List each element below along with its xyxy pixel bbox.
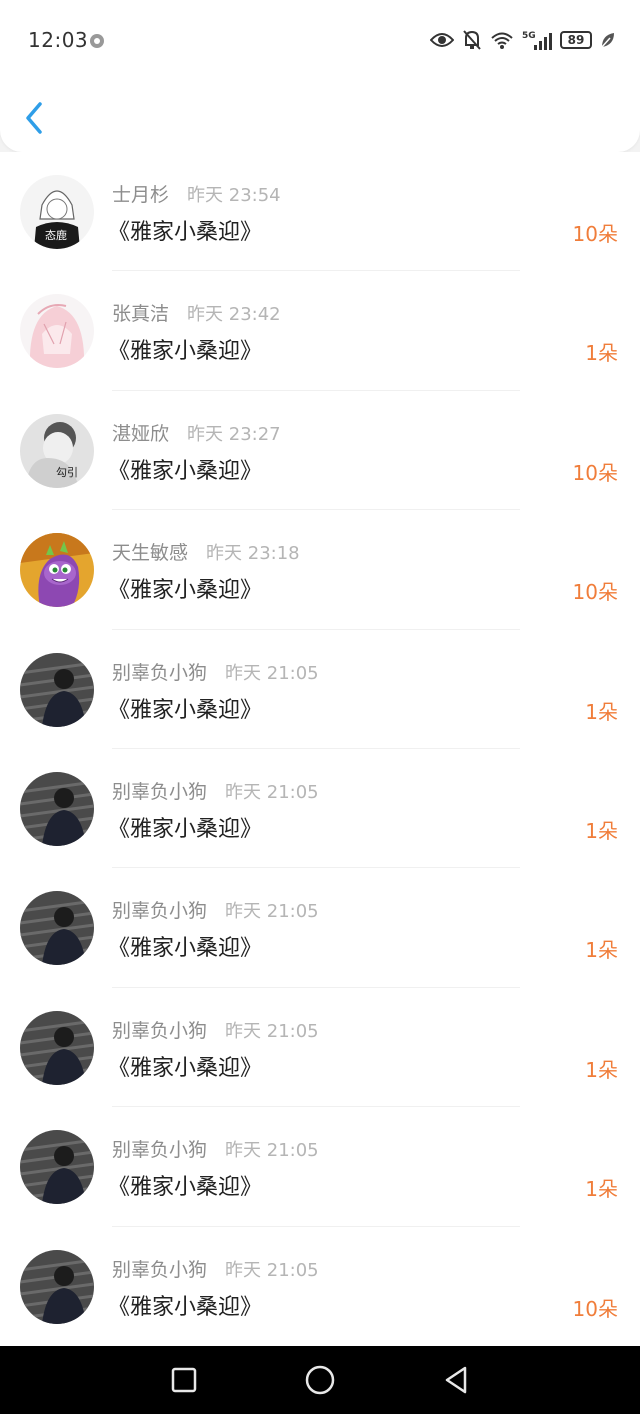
list-item[interactable]: 别辜负小狗 昨天 21:05 《雅家小桑迎》 1朵	[0, 749, 640, 869]
work-title[interactable]: 《雅家小桑迎》	[108, 572, 262, 604]
home-button[interactable]	[304, 1364, 336, 1396]
list-item[interactable]: 别辜负小狗 昨天 21:05 《雅家小桑迎》 10朵	[0, 1227, 640, 1346]
flower-count: 1朵	[585, 818, 618, 843]
eye-icon	[430, 33, 454, 47]
flower-count: 10朵	[572, 1296, 618, 1321]
avatar[interactable]	[20, 1130, 94, 1205]
chevron-left-icon	[26, 102, 42, 134]
notification-dot-icon	[90, 34, 104, 48]
avatar[interactable]	[20, 652, 94, 727]
work-title[interactable]: 《雅家小桑迎》	[108, 1050, 262, 1082]
list-item[interactable]: 张真洁 昨天 23:42 《雅家小桑迎》 1朵	[0, 271, 640, 391]
user-name: 湛娅欣	[112, 422, 170, 445]
list-item[interactable]: 天生敏感 昨天 23:18 《雅家小桑迎》 10朵	[0, 510, 640, 630]
avatar[interactable]	[20, 1010, 94, 1085]
list-item[interactable]: 勾引 湛娅欣 昨天 23:27 《雅家小桑迎》 10朵	[0, 391, 640, 511]
mute-bell-icon	[463, 30, 481, 50]
timestamp: 昨天 23:27	[187, 423, 281, 445]
network-type: 5G	[522, 31, 536, 41]
recents-button[interactable]	[168, 1364, 200, 1396]
work-title[interactable]: 《雅家小桑迎》	[108, 214, 262, 246]
user-name: 别辜负小狗	[112, 1139, 208, 1162]
battery-icon: 89	[560, 31, 592, 49]
avatar[interactable]	[20, 294, 94, 369]
avatar-caption: 勾引	[56, 465, 78, 479]
signal-icon: 5G	[522, 31, 552, 50]
user-name: 别辜负小狗	[112, 780, 208, 803]
timestamp: 昨天 21:05	[225, 901, 319, 923]
nav-back-button[interactable]	[440, 1364, 472, 1396]
list-item[interactable]: 别辜负小狗 昨天 21:05 《雅家小桑迎》 1朵	[0, 868, 640, 988]
timestamp: 昨天 21:05	[225, 781, 319, 803]
person-stairs-avatar	[20, 1249, 94, 1324]
flower-count: 10朵	[572, 460, 618, 485]
triangle-back-icon	[445, 1366, 467, 1394]
work-title[interactable]: 《雅家小桑迎》	[108, 930, 262, 962]
work-title[interactable]: 《雅家小桑迎》	[108, 333, 262, 365]
work-title[interactable]: 《雅家小桑迎》	[108, 1289, 262, 1321]
list-item[interactable]: 别辜负小狗 昨天 21:05 《雅家小桑迎》 1朵	[0, 1107, 640, 1227]
user-name: 别辜负小狗	[112, 1258, 208, 1281]
system-nav-bar	[0, 1346, 640, 1414]
timestamp: 昨天 21:05	[225, 1020, 319, 1042]
timestamp: 昨天 21:05	[225, 1259, 319, 1281]
list-item[interactable]: 态鹿 士月杉 昨天 23:54 《雅家小桑迎》 10朵	[0, 152, 640, 272]
flower-count: 10朵	[572, 580, 618, 605]
gift-list: 态鹿 士月杉 昨天 23:54 《雅家小桑迎》 10朵 张真洁 昨天 23:42…	[0, 152, 640, 1346]
list-item[interactable]: 别辜负小狗 昨天 21:05 《雅家小桑迎》 1朵	[0, 630, 640, 749]
status-bar: 12:03 5G 89	[0, 0, 640, 80]
work-title[interactable]: 《雅家小桑迎》	[108, 1169, 262, 1201]
flower-count: 1朵	[585, 1177, 618, 1202]
avatar[interactable]	[20, 533, 94, 608]
anime-girl-avatar: 态鹿	[20, 175, 94, 249]
timestamp: 昨天 21:05	[225, 1140, 319, 1162]
header: 12:03 5G 89	[0, 0, 640, 152]
cartoon-dragon-avatar	[20, 533, 94, 608]
square-recents-icon	[171, 1367, 197, 1393]
clock: 12:03	[28, 28, 89, 52]
avatar[interactable]	[20, 1249, 94, 1324]
user-name: 别辜负小狗	[112, 900, 208, 923]
flower-count: 1朵	[585, 938, 618, 963]
leaf-icon	[601, 33, 614, 48]
flower-count: 10朵	[572, 222, 618, 246]
flower-count: 1朵	[585, 699, 618, 724]
person-stairs-avatar	[20, 1130, 94, 1205]
flower-count: 1朵	[585, 1057, 618, 1082]
user-name: 张真洁	[112, 303, 170, 326]
timestamp: 昨天 23:18	[206, 543, 300, 565]
wifi-icon	[491, 32, 513, 49]
flower-count: 1朵	[585, 341, 618, 366]
person-stairs-avatar	[20, 771, 94, 846]
timestamp: 昨天 21:05	[225, 662, 319, 684]
avatar[interactable]: 勾引	[20, 413, 94, 488]
user-name: 士月杉	[112, 184, 170, 206]
avatar[interactable]	[20, 891, 94, 966]
work-title[interactable]: 《雅家小桑迎》	[108, 811, 262, 843]
status-icons: 5G 89	[430, 28, 616, 52]
work-title[interactable]: 《雅家小桑迎》	[108, 453, 262, 485]
avatar-shirt-text: 态鹿	[45, 228, 67, 242]
timestamp: 昨天 23:54	[187, 185, 281, 206]
pink-anime-avatar	[20, 294, 94, 369]
list-item[interactable]: 别辜负小狗 昨天 21:05 《雅家小桑迎》 1朵	[0, 988, 640, 1108]
work-title[interactable]: 《雅家小桑迎》	[108, 692, 262, 724]
user-name: 天生敏感	[112, 542, 189, 565]
user-name: 别辜负小狗	[112, 1019, 208, 1042]
user-name: 别辜负小狗	[112, 661, 208, 684]
person-stairs-avatar	[20, 891, 94, 966]
baby-avatar: 勾引	[20, 413, 94, 488]
back-button[interactable]	[20, 98, 50, 138]
avatar[interactable]: 态鹿	[20, 175, 94, 249]
avatar[interactable]	[20, 771, 94, 846]
person-stairs-avatar	[20, 1010, 94, 1085]
circle-home-icon	[305, 1365, 335, 1395]
person-stairs-avatar	[20, 652, 94, 727]
timestamp: 昨天 23:42	[187, 304, 281, 326]
